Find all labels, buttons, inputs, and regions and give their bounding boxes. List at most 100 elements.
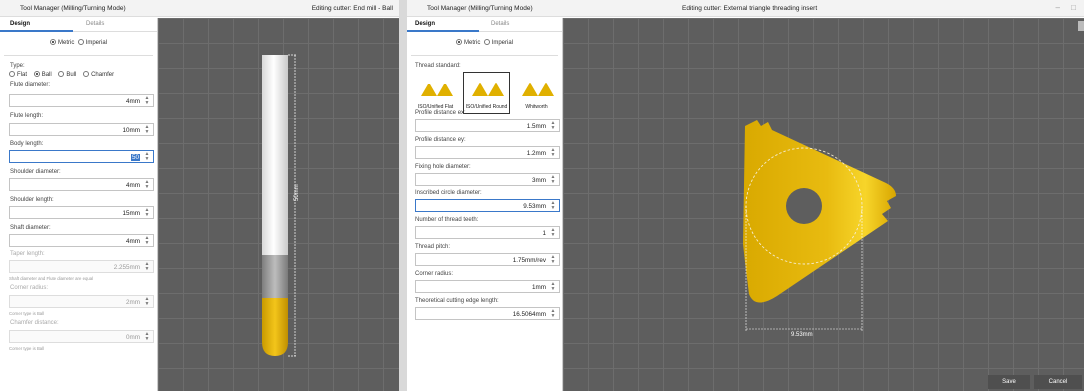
scrollbar-handle[interactable] bbox=[1078, 21, 1084, 31]
shoulder-length-field[interactable]: 15mm ▲ ▼ bbox=[9, 206, 154, 219]
flat-label: Flat bbox=[17, 72, 28, 78]
fixing-hole-label: Fixing hole diameter: bbox=[415, 164, 471, 170]
flute-length-field[interactable]: 10mm ▲ ▼ bbox=[9, 123, 154, 136]
shoulder-diameter-field[interactable]: 4mm ▲ ▼ bbox=[9, 178, 154, 191]
standard-whitworth[interactable]: Whitworth bbox=[513, 72, 560, 114]
thread-pitch-label: Thread pitch: bbox=[415, 244, 451, 250]
divider bbox=[411, 55, 558, 56]
taper-length-field: 2.255mm ▲ ▼ bbox=[9, 260, 154, 273]
end-mill-preview bbox=[262, 54, 297, 357]
field-value: 2mm bbox=[126, 299, 140, 306]
profile-ey-label: Profile distance ey: bbox=[415, 137, 466, 143]
profile-ex-field[interactable]: 1.5mm ▲ ▼ bbox=[415, 119, 560, 132]
metric-radio[interactable] bbox=[49, 39, 56, 45]
maximize-icon[interactable]: □ bbox=[1071, 3, 1076, 12]
save-button[interactable]: Save bbox=[988, 375, 1030, 389]
inscribed-circle-field[interactable]: 9.53mm ▲ ▼ bbox=[415, 199, 560, 212]
ball-radio[interactable] bbox=[33, 71, 40, 77]
imperial-radio[interactable] bbox=[77, 39, 84, 45]
tab-bar: Design Details bbox=[407, 18, 562, 32]
field-value: 3mm bbox=[532, 177, 546, 184]
tab-design[interactable]: Design bbox=[415, 21, 435, 27]
tab-bar: Design Details bbox=[0, 18, 157, 32]
flute-diameter-field[interactable]: 4mm ▲ ▼ bbox=[9, 94, 154, 107]
body-length-field[interactable]: 50 ▲ ▼ bbox=[9, 150, 154, 163]
stepper-icon[interactable]: ▲ ▼ bbox=[549, 201, 557, 211]
field-value: 15mm bbox=[122, 210, 141, 217]
cancel-button[interactable]: Cancel bbox=[1034, 375, 1082, 389]
stepper-icon[interactable]: ▲ ▼ bbox=[549, 282, 557, 292]
stepper-icon[interactable]: ▲ ▼ bbox=[143, 152, 151, 162]
chamfer-label: Chamfer bbox=[91, 72, 115, 78]
stepper-icon[interactable]: ▲ ▼ bbox=[549, 309, 557, 319]
field-value: 0mm bbox=[126, 334, 140, 341]
design-panel: Design Details Metric Imperial Thread st… bbox=[407, 18, 563, 391]
unit-selector: Metric Imperial bbox=[407, 39, 562, 46]
field-value: 1.75mm/rev bbox=[512, 257, 546, 264]
stepper-icon[interactable]: ▲ ▼ bbox=[549, 121, 557, 131]
bull-radio[interactable] bbox=[58, 71, 65, 77]
threading-insert-preview bbox=[743, 120, 896, 331]
flute-length-label: Flute length: bbox=[10, 113, 44, 119]
inscribed-circle-label: Inscribed circle diameter: bbox=[415, 190, 482, 196]
metric-label: Metric bbox=[57, 40, 75, 46]
thread-pitch-field[interactable]: 1.75mm/rev ▲ ▼ bbox=[415, 253, 560, 266]
stepper-icon[interactable]: ▲ ▼ bbox=[549, 255, 557, 265]
stepper-icon[interactable]: ▲ ▼ bbox=[549, 148, 557, 158]
minimize-icon[interactable]: – bbox=[1056, 3, 1060, 12]
metric-radio[interactable] bbox=[455, 39, 462, 45]
standard-label: Whitworth bbox=[525, 104, 548, 110]
shaft-diameter-field[interactable]: 4mm ▲ ▼ bbox=[9, 234, 154, 247]
window-title: Tool Manager (Milling/Turning Mode) bbox=[20, 5, 126, 12]
type-selector: Flat Ball Bull Chamfer bbox=[9, 71, 119, 78]
window-title: Tool Manager (Milling/Turning Mode) bbox=[427, 5, 533, 12]
standard-iso-round[interactable]: ISO/Unified Round bbox=[463, 72, 510, 114]
shaft bbox=[262, 55, 288, 255]
metric-label: Metric bbox=[463, 40, 481, 46]
profile-ey-field[interactable]: 1.2mm ▲ ▼ bbox=[415, 146, 560, 159]
field-value: 1.5mm bbox=[526, 123, 546, 130]
tab-details[interactable]: Details bbox=[86, 21, 104, 27]
shoulder-diameter-label: Shoulder diameter: bbox=[10, 169, 61, 175]
ball-label: Ball bbox=[41, 72, 52, 78]
thread-round-icon bbox=[472, 83, 504, 96]
stepper-icon: ▲ ▼ bbox=[144, 261, 150, 272]
tab-details[interactable]: Details bbox=[491, 21, 509, 27]
corner-radius-field: 2mm ▲ ▼ bbox=[9, 295, 154, 308]
tab-design[interactable]: Design bbox=[10, 21, 30, 27]
stepper-icon[interactable]: ▲ ▼ bbox=[143, 180, 151, 190]
inscribed-circle-dimension: 9.53mm bbox=[791, 332, 813, 338]
thread-teeth-field[interactable]: 1 ▲ ▼ bbox=[415, 226, 560, 239]
active-tab-indicator bbox=[0, 30, 73, 32]
preview-canvas[interactable]: 50mm bbox=[158, 18, 399, 391]
tool-manager-window-left: Tool Manager (Milling/Turning Mode) Edit… bbox=[0, 0, 399, 391]
field-value: 10mm bbox=[122, 127, 141, 134]
field-value: 50 bbox=[130, 154, 140, 161]
tool-manager-window-right: Tool Manager (Milling/Turning Mode) Edit… bbox=[407, 0, 1084, 391]
taper-note: Shaft diameter and Flute diameter are eq… bbox=[9, 276, 94, 281]
preview-canvas[interactable]: 9.53mm Save Cancel bbox=[563, 18, 1084, 391]
corner-radius-field[interactable]: 1mm ▲ ▼ bbox=[415, 280, 560, 293]
thread-whitworth-icon bbox=[522, 83, 554, 96]
taper-length-label: Taper length: bbox=[10, 251, 45, 257]
thread-flat-icon bbox=[421, 84, 453, 96]
stepper-icon[interactable]: ▲ ▼ bbox=[143, 236, 151, 246]
title-bar: Tool Manager (Milling/Turning Mode) Edit… bbox=[0, 0, 399, 17]
cutting-edge-field[interactable]: 16.5064mm ▲ ▼ bbox=[415, 307, 560, 320]
shoulder-length-label: Shoulder length: bbox=[10, 197, 54, 203]
stepper-icon: ▲ ▼ bbox=[144, 331, 150, 342]
stepper-icon[interactable]: ▲ ▼ bbox=[549, 228, 557, 238]
flute-ball bbox=[262, 298, 288, 356]
stepper-icon[interactable]: ▲ ▼ bbox=[143, 125, 151, 135]
imperial-radio[interactable] bbox=[483, 39, 490, 45]
stepper-icon[interactable]: ▲ ▼ bbox=[143, 96, 151, 106]
stepper-icon[interactable]: ▲ ▼ bbox=[549, 175, 557, 185]
imperial-label: Imperial bbox=[491, 40, 514, 46]
chamfer-radio[interactable] bbox=[83, 71, 90, 77]
thread-standard-label: Thread standard: bbox=[415, 63, 461, 69]
flat-radio[interactable] bbox=[9, 71, 15, 77]
stepper-icon[interactable]: ▲ ▼ bbox=[143, 208, 151, 218]
fixing-hole-field[interactable]: 3mm ▲ ▼ bbox=[415, 173, 560, 186]
standard-iso-flat[interactable]: ISO/Unified Flat bbox=[412, 72, 459, 114]
chamfer-note: Corner type is Ball bbox=[9, 346, 45, 351]
